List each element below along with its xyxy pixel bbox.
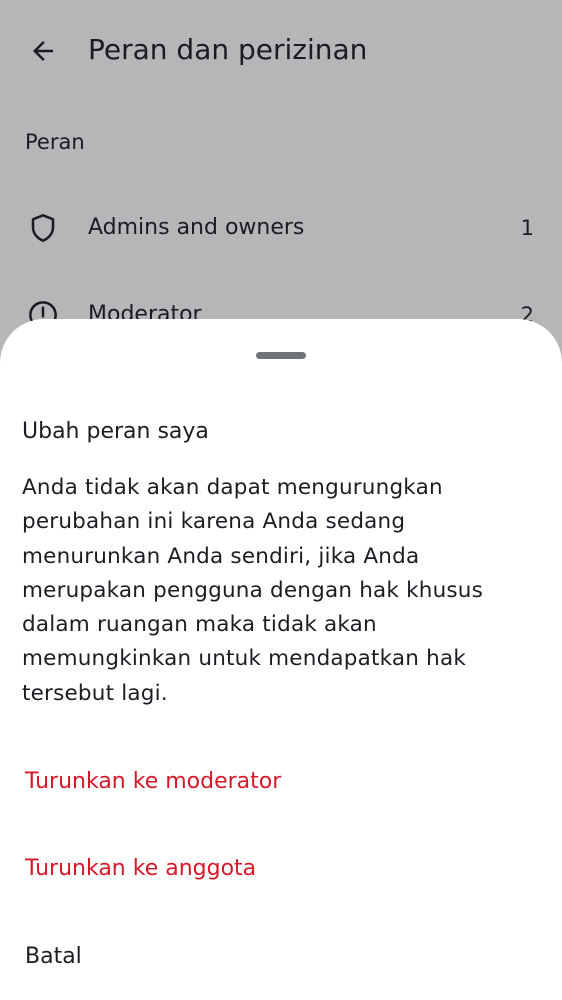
action-label: Turunkan ke moderator [25,769,282,794]
sheet-message: Anda tidak akan dapat mengurungkan perub… [22,475,484,706]
action-label: Batal [25,944,82,969]
change-role-bottom-sheet: Ubah peran saya Anda tidak akan dapat me… [0,319,562,1000]
cancel-button[interactable]: Batal [0,922,562,992]
action-label: Turunkan ke anggota [25,856,257,881]
sheet-title: Ubah peran saya [22,419,209,444]
demote-to-moderator-button[interactable]: Turunkan ke moderator [0,747,562,817]
demote-to-member-button[interactable]: Turunkan ke anggota [0,834,562,904]
drag-handle[interactable] [256,352,306,359]
